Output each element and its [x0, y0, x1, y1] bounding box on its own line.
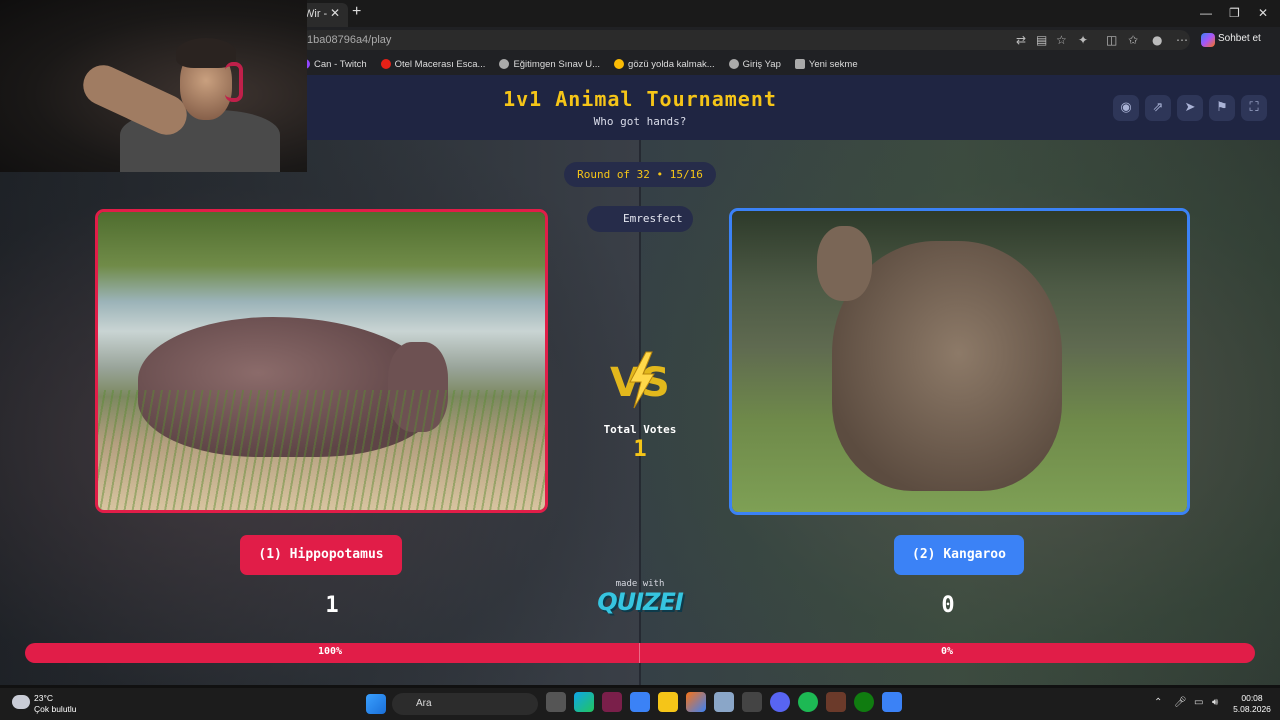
total-votes-count: 1: [633, 437, 647, 462]
webcam-overlay: [0, 0, 307, 172]
bookmark-item[interactable]: Otel Macerası Esca...: [380, 56, 485, 72]
star-icon[interactable]: ☆: [1056, 33, 1067, 47]
favorites-icon[interactable]: ✩: [1128, 33, 1138, 47]
eye-icon[interactable]: ◉: [1113, 95, 1139, 121]
address-text[interactable]: 1ba08796a4/play: [307, 34, 391, 46]
start-icon[interactable]: [366, 694, 386, 714]
google-icon: [614, 59, 625, 69]
task-view-icon[interactable]: [546, 692, 566, 712]
tray-expand-icon[interactable]: ⌃: [1154, 697, 1162, 708]
vote-hippopotamus-button[interactable]: (1) Hippopotamus: [240, 535, 402, 575]
bookmark-item[interactable]: Can - Twitch: [300, 56, 367, 72]
bookmark-item[interactable]: Giriş Yap: [728, 56, 781, 72]
volume-icon[interactable]: 🔊︎: [1212, 697, 1218, 708]
store-icon[interactable]: [630, 692, 650, 712]
translate-icon[interactable]: ⇄: [1016, 33, 1026, 47]
temperature: 23°C: [34, 693, 53, 703]
kangaroo-head: [817, 226, 872, 301]
game-icon[interactable]: [826, 692, 846, 712]
discord-icon[interactable]: [770, 692, 790, 712]
restore-icon[interactable]: ❐: [1229, 6, 1240, 20]
send-icon[interactable]: ➤: [1177, 95, 1203, 121]
tab-title: Wir -: [304, 8, 328, 20]
kangaroo-percent: 0%: [941, 646, 954, 657]
minimize-icon[interactable]: —: [1200, 6, 1212, 20]
bookmarks-bar: Can - Twitch Otel Macerası Esca... Eğiti…: [300, 56, 858, 72]
quizei-logo[interactable]: QUIZEI: [590, 588, 690, 616]
bookmark-icon: [380, 59, 391, 69]
fullscreen-icon[interactable]: ⛶: [1241, 95, 1267, 121]
close-window-icon[interactable]: ✕: [1258, 6, 1268, 20]
kangaroo-image[interactable]: [729, 208, 1190, 515]
total-votes-label: Total Votes: [603, 423, 677, 436]
edge-icon[interactable]: [574, 692, 594, 712]
headphones: [225, 62, 243, 102]
hippopotamus-percent: 100%: [318, 646, 343, 657]
spotify-icon[interactable]: [798, 692, 818, 712]
kangaroo-vote-count: 0: [941, 593, 955, 618]
system-clock[interactable]: 00:08 5.08.2026: [1232, 693, 1272, 715]
share-icon[interactable]: ⇗: [1145, 95, 1171, 121]
vote-kangaroo-button[interactable]: (2) Kangaroo: [894, 535, 1024, 575]
xbox-icon[interactable]: [854, 692, 874, 712]
close-tab-icon[interactable]: ✕: [330, 6, 340, 20]
split-icon[interactable]: ◫: [1106, 33, 1117, 47]
bookmark-item[interactable]: Eğitimgen Sınav U...: [499, 56, 600, 72]
microphone-icon[interactable]: 🎤︎: [1174, 697, 1187, 708]
globe-icon: [499, 59, 510, 69]
chat-button[interactable]: Sohbet et: [1198, 31, 1261, 49]
flag-icon[interactable]: ⚑: [1209, 95, 1235, 121]
hippopotamus-vote-count: 1: [325, 593, 339, 618]
taskbar-search[interactable]: Ara: [392, 693, 538, 715]
versus-icon: VS: [610, 351, 670, 409]
weather-icon[interactable]: [12, 695, 30, 709]
page-icon: [794, 59, 805, 69]
network-icon[interactable]: ▭: [1194, 697, 1203, 708]
bookmark-item[interactable]: gözü yolda kalmak...: [614, 56, 715, 72]
settings-icon[interactable]: [714, 692, 734, 712]
hippopotamus-image[interactable]: [95, 209, 548, 513]
vote-progress-bar: 100% 0%: [25, 643, 1255, 663]
profile-icon[interactable]: ●: [1152, 33, 1162, 47]
taskbar-apps: [546, 692, 902, 712]
bookmark-item[interactable]: Yeni sekme: [794, 56, 858, 72]
globe-icon: [728, 59, 739, 69]
extensions-icon[interactable]: ✦: [1078, 33, 1088, 47]
reader-icon[interactable]: ▤: [1036, 33, 1047, 47]
progress-midline: [639, 643, 640, 663]
weather-text: Çok bulutlu: [34, 704, 77, 714]
explorer-icon[interactable]: [658, 692, 678, 712]
obs-icon[interactable]: [882, 692, 902, 712]
weather-widget[interactable]: 23°C Çok bulutlu: [34, 693, 77, 715]
more-icon[interactable]: ⋯: [1176, 33, 1188, 47]
copilot-app-icon[interactable]: [686, 692, 706, 712]
user-badge: Emresfect: [587, 206, 693, 232]
time: 00:08: [1241, 693, 1263, 703]
app-icon[interactable]: [602, 692, 622, 712]
date: 5.08.2026: [1233, 704, 1271, 714]
steam-icon[interactable]: [742, 692, 762, 712]
new-tab-icon[interactable]: +: [352, 3, 361, 21]
round-indicator: Round of 32 • 15/16: [564, 162, 716, 187]
grass-overlay: [98, 390, 545, 510]
